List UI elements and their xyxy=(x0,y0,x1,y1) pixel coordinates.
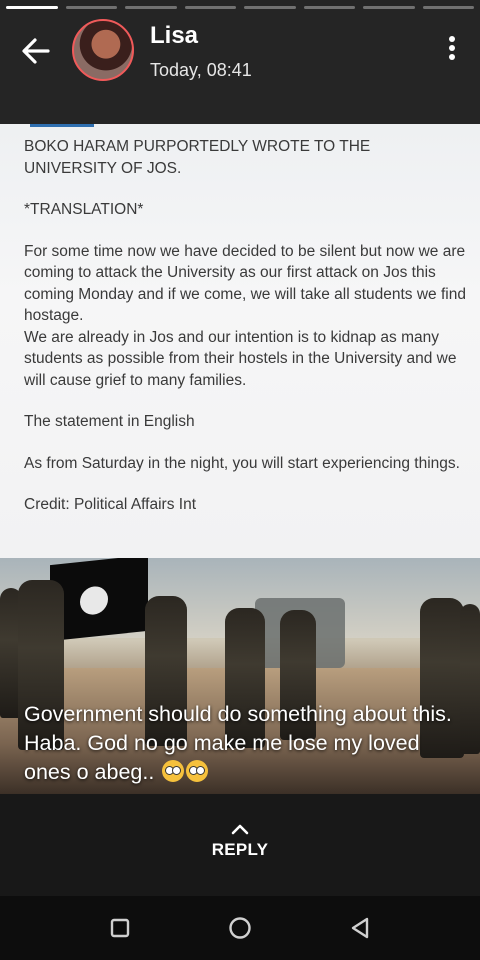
progress-segment xyxy=(303,6,355,9)
document-accent-line xyxy=(30,124,94,127)
progress-segment xyxy=(125,6,177,9)
back-arrow-icon[interactable] xyxy=(18,33,54,69)
flushed-face-emoji-icon xyxy=(186,760,209,782)
home-icon[interactable] xyxy=(224,912,256,944)
avatar[interactable] xyxy=(72,19,134,81)
document-paragraph: For some time now we have decided to be … xyxy=(24,242,466,325)
document-title: BOKO HARAM PURPORTEDLY WROTE TO THE UNIV… xyxy=(24,138,371,177)
reply-area: REPLY xyxy=(0,794,480,896)
timestamp: Today, 08:41 xyxy=(150,60,252,80)
progress-segment xyxy=(422,6,474,9)
back-triangle-icon[interactable] xyxy=(344,912,376,944)
progress-segment xyxy=(65,6,117,9)
reply-button[interactable]: REPLY xyxy=(190,816,290,876)
user-name[interactable]: Lisa xyxy=(150,22,198,50)
progress-segment xyxy=(184,6,236,9)
figure xyxy=(460,604,480,754)
more-options-icon[interactable] xyxy=(448,36,456,64)
system-nav-bar xyxy=(0,896,480,960)
story-caption: Government should do something about thi… xyxy=(24,700,460,787)
progress-segment xyxy=(363,6,415,9)
chevron-up-icon xyxy=(231,822,249,835)
caption-text: Government should do something about thi… xyxy=(24,702,452,784)
recent-apps-icon[interactable] xyxy=(104,912,136,944)
document-image: BOKO HARAM PURPORTEDLY WROTE TO THE UNIV… xyxy=(0,124,480,558)
document-paragraph: We are already in Jos and our intention … xyxy=(24,328,457,389)
story-header: Lisa Today, 08:41 xyxy=(0,0,480,124)
story-progress xyxy=(6,6,474,9)
progress-segment xyxy=(244,6,296,9)
flushed-face-emoji-icon xyxy=(162,760,185,782)
document-subtitle: *TRANSLATION* xyxy=(24,201,144,218)
black-flag-image xyxy=(50,558,148,642)
document-credit: Credit: Political Affairs Int xyxy=(24,496,197,513)
document-line: As from Saturday in the night, you will … xyxy=(24,454,460,472)
progress-segment-active xyxy=(6,6,58,9)
reply-label: REPLY xyxy=(211,840,269,859)
document-line: The statement in English xyxy=(24,413,195,430)
